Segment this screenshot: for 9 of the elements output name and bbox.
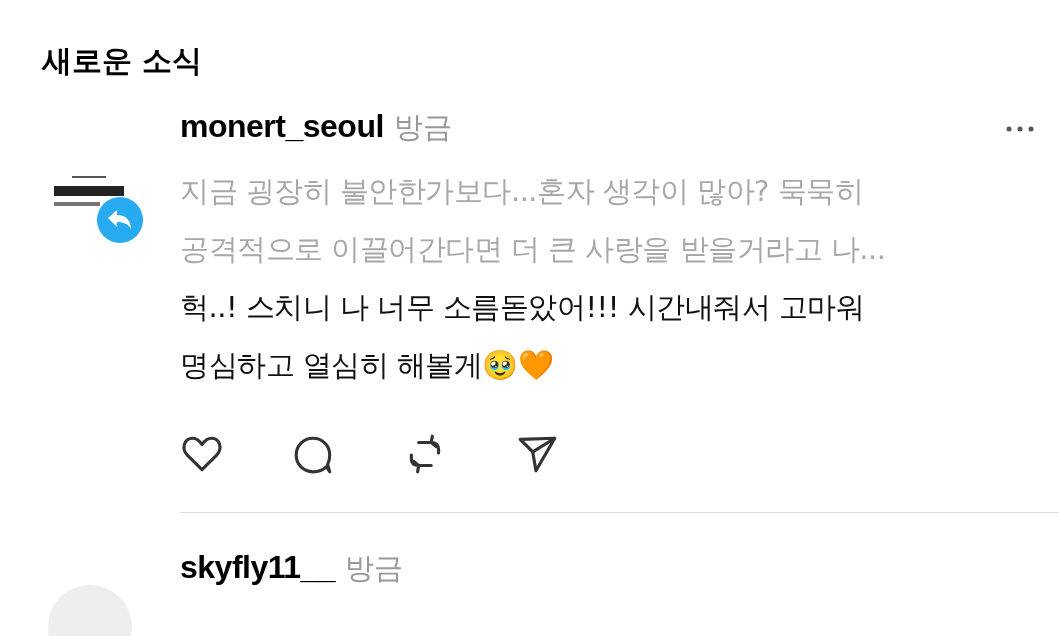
quoted-text: 공격적으로 이끌어간다면 더 큰 사랑을 받을거라고 나... — [180, 231, 887, 268]
timestamp: 방금 — [345, 551, 404, 585]
timestamp: 방금 — [393, 110, 452, 144]
post-text: 명심하고 열심히 해볼게🥹🧡 — [180, 347, 555, 384]
post-text: 헉..! 스치니 나 너무 소름돋았어!!! 시간내줘서 고마워 — [180, 289, 866, 326]
username[interactable]: skyfly11__ — [180, 549, 336, 585]
username[interactable]: monert_seoul — [180, 108, 384, 144]
quoted-text: 지금 굉장히 불안한가보다...혼자 생각이 많아? 묵묵히 — [180, 173, 865, 210]
page-title: 새로운 소식 — [42, 42, 204, 80]
